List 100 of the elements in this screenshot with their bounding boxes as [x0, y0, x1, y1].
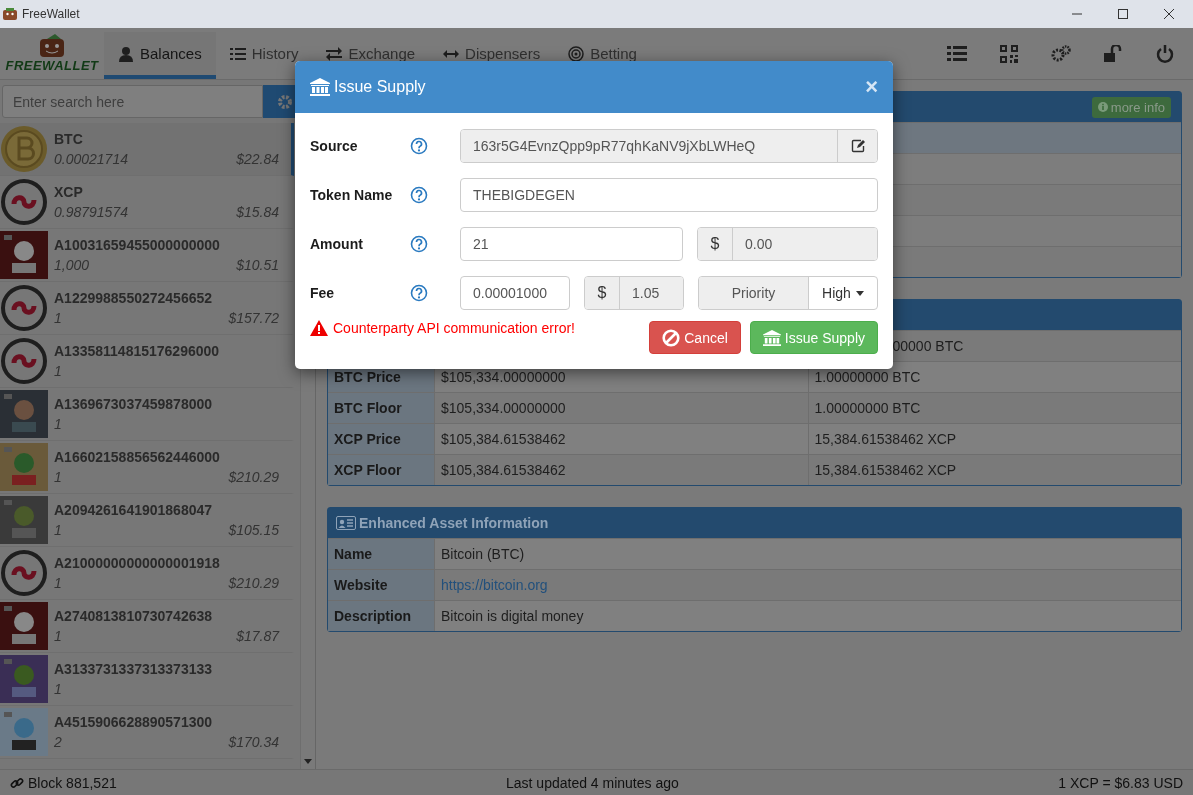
edit-button[interactable]: [837, 130, 877, 162]
balance-item[interactable]: XCP 0.98791574 $15.84: [0, 176, 294, 229]
balance-item[interactable]: A10031659455000000000 1,000 $10.51: [0, 229, 294, 282]
caret-icon: [855, 290, 864, 296]
asset-value: $210.29: [228, 469, 279, 485]
asset-amount: 1,000: [54, 257, 90, 273]
balance-item[interactable]: A1229988550272456652 1 $157.72: [0, 282, 294, 335]
asset-amount: 0.98791574: [54, 204, 128, 220]
nav-tab[interactable]: Exchange: [312, 32, 430, 79]
nav-tab[interactable]: History: [215, 32, 313, 79]
asset-value: $210.29: [228, 575, 279, 591]
asset-value: $17.87: [236, 628, 279, 644]
asset-name: A16602158856562446000: [54, 449, 221, 465]
target-icon: [568, 45, 585, 62]
edit-icon: [850, 139, 865, 153]
logo-text: FREEWALLET: [5, 58, 99, 73]
help-icon[interactable]: [410, 186, 428, 204]
wallet-icon: [37, 34, 67, 58]
asset-value: $157.72: [228, 310, 279, 326]
balance-item[interactable]: A4515906628890571300 2 $170.34: [0, 706, 294, 759]
asset-value: $105.15: [228, 522, 279, 538]
balance-item[interactable]: A1369673037459878000 1: [0, 388, 294, 441]
balance-item[interactable]: A21000000000000001918 1 $210.29: [0, 547, 294, 600]
balance-item[interactable]: A2094261641901868047 1 $105.15: [0, 494, 294, 547]
help-icon[interactable]: [410, 235, 428, 253]
search-field[interactable]: Enter search here: [2, 85, 263, 118]
asset-amount: 1: [54, 628, 62, 644]
asset-name: A4515906628890571300: [54, 714, 214, 730]
settings-icon: [277, 93, 293, 110]
list-icon[interactable]: [947, 44, 967, 63]
asset-name: A2094261641901868047: [54, 502, 214, 518]
field-label: Token Name: [310, 187, 394, 203]
qr-code-icon[interactable]: [999, 44, 1019, 63]
asset-amount: 2: [54, 734, 62, 750]
list-icon: [229, 45, 246, 62]
asset-name: A21000000000000001918: [54, 555, 221, 571]
asset-amount: 1: [54, 469, 62, 485]
balance-item[interactable]: A13358114815176296000 1: [0, 335, 294, 388]
asset-amount: 1: [54, 363, 62, 379]
maximize-icon[interactable]: [1117, 8, 1129, 20]
last-updated: Last updated 4 minutes ago: [506, 774, 679, 791]
asset-value: $170.34: [228, 734, 279, 750]
amount-field[interactable]: 21: [460, 227, 683, 261]
table-cell: $105,384.61538462: [434, 455, 808, 485]
more-info-button[interactable]: more info: [1091, 96, 1171, 118]
balance-item[interactable]: BTC 0.00021714 $22.84: [0, 123, 294, 176]
asset-name: A3133731337313373133: [54, 661, 214, 677]
gears-icon[interactable]: [1051, 44, 1071, 63]
asset-amount: 1: [54, 575, 62, 591]
help-icon[interactable]: [410, 284, 428, 302]
asset-name: A10031659455000000000: [54, 237, 221, 253]
table-cell: 00000 BTC: [892, 338, 964, 354]
panel-title: Enhanced Asset Information: [359, 515, 549, 531]
asset-amount: 1: [54, 416, 62, 432]
asset-amount: 1: [54, 522, 62, 538]
block-height: Block 881,521: [28, 774, 117, 791]
close-button[interactable]: ×: [865, 74, 878, 100]
info-icon: [1097, 102, 1108, 112]
nav-tab[interactable]: Betting: [554, 32, 651, 79]
balance-item[interactable]: A3133731337313373133 1: [0, 653, 294, 706]
error-message: Counterparty API communication error!: [333, 320, 575, 336]
priority-dropdown[interactable]: High: [809, 277, 877, 309]
priority-label: Priority: [699, 277, 809, 309]
field-label: Amount: [310, 236, 364, 252]
table-cell: XCP Price: [328, 424, 434, 454]
nav-tab[interactable]: Dispensers: [429, 32, 555, 79]
usd-fee-field: $ 1.05: [584, 276, 684, 310]
help-icon[interactable]: [410, 137, 428, 155]
table-cell: 15,384.61538462 XCP: [807, 455, 1181, 485]
id-card-icon: [336, 516, 356, 530]
bank-icon: [310, 78, 330, 96]
asset-value: $15.84: [236, 204, 279, 220]
power-icon[interactable]: [1155, 44, 1175, 63]
asset-value: $22.84: [236, 151, 279, 167]
asset-amount: 1: [54, 681, 62, 697]
field-label: Source: [310, 138, 359, 154]
close-icon[interactable]: [1163, 8, 1175, 20]
asset-name: BTC: [54, 131, 84, 147]
asset-name: A2740813810730742638: [54, 608, 214, 624]
nav-tab[interactable]: Balances: [104, 32, 216, 79]
warning-icon: [310, 320, 328, 336]
bank-icon: [762, 328, 781, 347]
issue-supply-button[interactable]: Issue Supply: [749, 321, 878, 354]
fee-field[interactable]: 0.00001000: [460, 276, 570, 310]
table-cell: XCP Floor: [328, 455, 434, 485]
table-cell: BTC Floor: [328, 393, 434, 423]
balance-item[interactable]: A16602158856562446000 1 $210.29: [0, 441, 294, 494]
link-icon: [10, 775, 24, 790]
unlock-icon[interactable]: [1103, 44, 1123, 63]
usd-amount-field: $ 0.00: [697, 227, 878, 261]
window-title: FreeWallet: [22, 7, 80, 21]
token-name-field[interactable]: THEBIGDEGEN: [460, 178, 878, 212]
wallet-icon: [2, 7, 18, 21]
website-link[interactable]: https://bitcoin.org: [441, 577, 548, 593]
scroll-down-icon[interactable]: [304, 759, 312, 764]
cancel-button[interactable]: Cancel: [649, 321, 741, 354]
balance-item[interactable]: A2740813810730742638 1 $17.87: [0, 600, 294, 653]
table-cell: Name: [328, 539, 434, 569]
asset-name: A13358114815176296000: [54, 343, 221, 359]
source-address-field[interactable]: 163r5G4EvnzQpp9pR77qhKaNV9jXbLWHeQ: [460, 129, 878, 163]
